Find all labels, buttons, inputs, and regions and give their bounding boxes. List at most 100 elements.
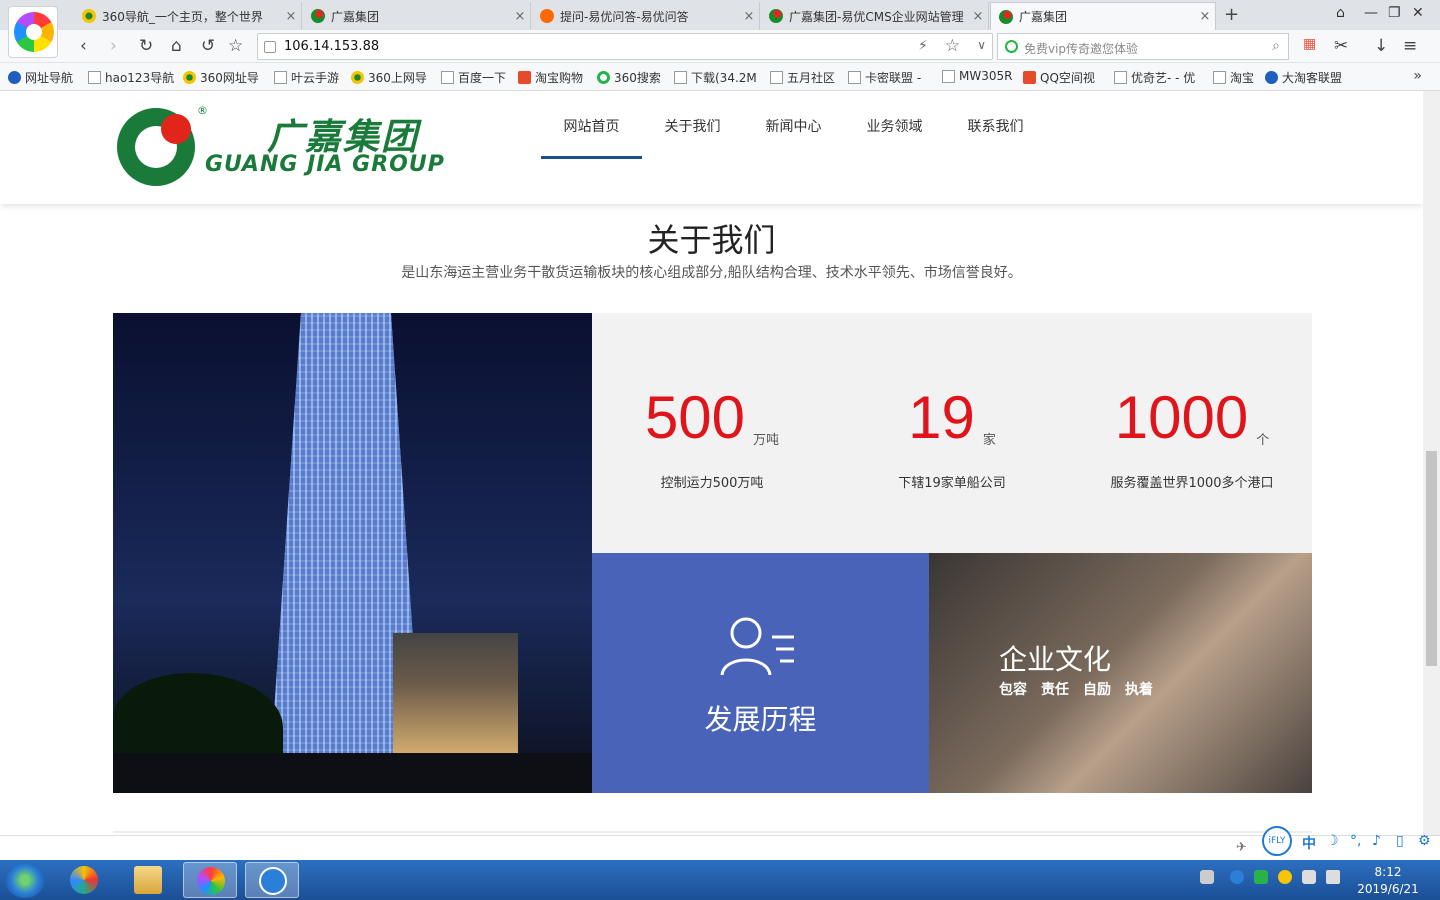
about-grid: 500 万吨 控制运力500万吨 19 家 下辖19家单船公司 1000 个 服务覆盖… — [113, 313, 1312, 793]
bookmark-item[interactable]: 360搜索 — [597, 69, 661, 86]
360-tray-icon[interactable] — [1278, 870, 1292, 884]
network-icon[interactable] — [1302, 870, 1316, 884]
moon-icon[interactable]: ☽ — [1326, 833, 1339, 849]
taobao-icon — [518, 71, 531, 84]
page-icon — [264, 41, 276, 53]
system-clock[interactable]: 8:12 2019/6/21 — [1348, 864, 1428, 898]
history-card[interactable]: 发展历程 — [592, 553, 929, 793]
scrollbar-thumb[interactable] — [1426, 451, 1437, 666]
stat-unit: 家 — [982, 433, 996, 448]
download-icon[interactable]: ↓ — [1374, 36, 1388, 56]
bookmark-item[interactable]: hao123导航 — [88, 69, 174, 86]
bookmark-item[interactable]: 360网址导 — [183, 69, 259, 86]
close-icon[interactable]: × — [968, 9, 988, 24]
close-icon[interactable]: × — [510, 9, 530, 24]
bookmark-item[interactable]: 大淘客联盟 — [1265, 69, 1342, 86]
taskbar-app[interactable] — [57, 862, 111, 898]
building-photo — [113, 313, 592, 793]
back-icon[interactable]: ‹ — [80, 36, 87, 56]
web-page: ® 广嘉集团 GUANG JIA GROUP 网站首页 关于我们 新闻中心 业务… — [0, 91, 1423, 835]
taskbar-app[interactable] — [245, 862, 299, 898]
settings-icon[interactable]: ⚙ — [1418, 833, 1431, 849]
vertical-scrollbar[interactable] — [1423, 91, 1440, 835]
tab-guangjia-active[interactable]: 广嘉集团 × — [990, 2, 1216, 30]
culture-tag: 执着 — [1125, 682, 1153, 698]
taskbar-app[interactable] — [121, 862, 175, 898]
maximize-icon[interactable]: ❐ — [1388, 5, 1401, 21]
dataoke-icon — [1265, 71, 1278, 84]
bookmark-star-icon[interactable]: ☆ — [945, 36, 960, 56]
bookmark-item[interactable]: MW305R — [942, 69, 1012, 83]
qzone-icon — [1023, 71, 1036, 84]
volume-icon[interactable] — [1326, 870, 1340, 884]
undo-icon[interactable]: ↺ — [201, 36, 215, 56]
star-icon[interactable]: ☆ — [228, 36, 243, 56]
window-close-icon[interactable]: ✕ — [1412, 5, 1424, 21]
tab-360-nav[interactable]: 360导航_一个主页，整个世界 × — [74, 2, 302, 30]
divider — [113, 831, 1312, 833]
bookmark-item[interactable]: 优奇艺- - 优 — [1114, 69, 1195, 86]
apps-grid-icon[interactable]: ▦ — [1303, 36, 1316, 52]
site-logo[interactable]: ® 广嘉集团 GUANG JIA GROUP — [117, 104, 467, 190]
chevron-down-icon[interactable]: ∨ — [977, 38, 986, 52]
close-icon[interactable]: × — [1195, 9, 1215, 24]
address-text[interactable]: 106.14.153.88 — [284, 39, 379, 54]
stats-panel: 500 万吨 控制运力500万吨 19 家 下辖19家单船公司 1000 个 服务覆盖… — [592, 313, 1312, 553]
bookmark-item[interactable]: 卡密联盟 - — [848, 69, 921, 86]
menu-icon[interactable]: ≡ — [1403, 36, 1417, 56]
bookmark-item[interactable]: 360上网导 — [351, 69, 427, 86]
nav-about[interactable]: 关于我们 — [642, 116, 743, 136]
scissors-icon[interactable]: ✂ — [1334, 36, 1348, 56]
nav-home[interactable]: 网站首页 — [541, 116, 642, 159]
ifly-ime-icon[interactable]: iFLY — [1262, 826, 1292, 856]
bookmarks-bar: 网址导航 hao123导航 360网址导 叶云手游 360上网导 百度一下 淘宝… — [0, 63, 1440, 91]
nav-contact[interactable]: 联系我们 — [945, 116, 1046, 136]
tab-eyou-question[interactable]: 提问-易优问答-易优问答 × — [532, 2, 760, 30]
home-icon[interactable]: ⌂ — [171, 36, 182, 56]
bookmark-item[interactable]: 下载(34.2M — [674, 69, 757, 86]
search-icon[interactable]: ⌕ — [1272, 38, 1280, 54]
keyboard-tray-icon[interactable] — [1200, 870, 1214, 884]
nav-business[interactable]: 业务领域 — [844, 116, 945, 136]
reload-icon[interactable]: ↻ — [139, 36, 153, 56]
bookmark-item[interactable]: 五月社区 — [770, 69, 835, 86]
ime-chinese-mode[interactable]: 中 — [1302, 833, 1316, 853]
bookmark-item[interactable]: QQ空间视 — [1023, 69, 1095, 86]
app-icon — [70, 866, 98, 894]
taskbar-app[interactable] — [183, 862, 237, 898]
address-bar[interactable]: 106.14.153.88 ⚡ ☆ ∨ — [257, 33, 993, 60]
culture-tag: 自励 — [1083, 682, 1111, 698]
pin-icon[interactable]: ✈ — [1236, 840, 1247, 855]
lightning-icon[interactable]: ⚡ — [918, 38, 928, 54]
tab-guangjia-cms[interactable]: 广嘉集团-易优CMS企业网站管理 × — [761, 2, 989, 30]
bookmark-item[interactable]: 百度一下 — [441, 69, 506, 86]
bookmark-item[interactable]: 淘宝 — [1213, 69, 1254, 86]
culture-card[interactable]: 企业文化 包容 责任 自励 执着 — [929, 553, 1312, 793]
close-icon[interactable]: × — [739, 9, 759, 24]
stat-ports: 1000 个 服务覆盖世界1000多个港口 — [1072, 388, 1312, 492]
site-header: ® 广嘉集团 GUANG JIA GROUP 网站首页 关于我们 新闻中心 业务… — [0, 91, 1423, 204]
new-tab-button[interactable]: + — [1224, 4, 1239, 25]
shield-tray-icon[interactable] — [1230, 870, 1244, 884]
360-favicon-icon — [82, 9, 96, 23]
minimize-icon[interactable]: — — [1364, 5, 1378, 21]
microphone-icon[interactable]: ♪ — [1372, 833, 1381, 849]
bookmark-item[interactable]: 淘宝购物 — [518, 69, 583, 86]
close-icon[interactable]: × — [281, 9, 301, 24]
punctuation-icon[interactable]: °, — [1350, 833, 1361, 849]
stat-capacity: 500 万吨 控制运力500万吨 — [592, 388, 832, 492]
browser-logo-icon[interactable] — [8, 6, 58, 58]
bookmark-item[interactable]: 叶云手游 — [274, 69, 339, 86]
nav-site-icon — [8, 71, 21, 84]
start-button[interactable] — [5, 862, 45, 898]
360-search-icon — [597, 71, 610, 84]
search-box[interactable]: 免费vip传奇邀您体验 ⌕ — [997, 33, 1289, 60]
bookmarks-more-icon[interactable]: » — [1413, 68, 1422, 84]
bookmark-item[interactable]: 网址导航 — [8, 69, 73, 86]
shirt-icon[interactable]: ⌂ — [1336, 5, 1345, 21]
security-tray-icon[interactable] — [1254, 870, 1268, 884]
keyboard-icon[interactable]: ▯ — [1396, 833, 1404, 849]
forward-icon[interactable]: › — [110, 36, 117, 56]
tab-guangjia-1[interactable]: 广嘉集团 × — [303, 2, 531, 30]
nav-news[interactable]: 新闻中心 — [743, 116, 844, 136]
